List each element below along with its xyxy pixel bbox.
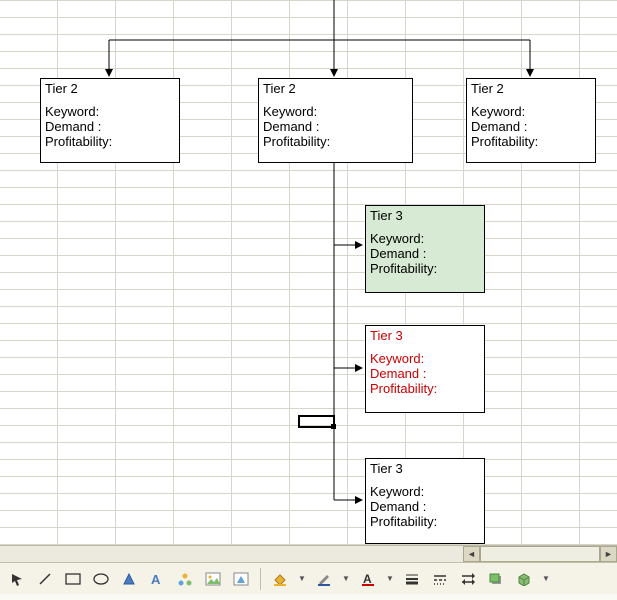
font-color-icon[interactable]: A: [357, 568, 379, 590]
box-title: Tier 3: [370, 328, 480, 343]
wordart-icon[interactable]: A: [146, 568, 168, 590]
svg-text:A: A: [151, 572, 161, 586]
shadow-icon[interactable]: [485, 568, 507, 590]
tier2-box-1[interactable]: Tier 2 Keyword: Demand : Profitability:: [40, 78, 180, 163]
tier3-box-3[interactable]: Tier 3 Keyword: Demand : Profitability:: [365, 458, 485, 544]
dash-style-icon[interactable]: [429, 568, 451, 590]
keyword-label: Keyword:: [45, 104, 99, 119]
dropdown-caret-icon[interactable]: ▼: [297, 574, 307, 583]
profit-label: Profitability:: [370, 381, 437, 396]
demand-label: Demand :: [471, 119, 527, 134]
tier2-box-2[interactable]: Tier 2 Keyword: Demand : Profitability:: [258, 78, 413, 163]
profit-label: Profitability:: [370, 514, 437, 529]
fill-color-icon[interactable]: [269, 568, 291, 590]
profit-label: Profitability:: [370, 261, 437, 276]
autoshapes-icon[interactable]: [118, 568, 140, 590]
arrow-cursor-icon[interactable]: [6, 568, 28, 590]
arrow-style-icon[interactable]: [457, 568, 479, 590]
rectangle-tool-icon[interactable]: [62, 568, 84, 590]
fill-handle[interactable]: [331, 424, 336, 429]
tier2-box-3[interactable]: Tier 2 Keyword: Demand : Profitability:: [466, 78, 596, 163]
keyword-label: Keyword:: [370, 484, 424, 499]
insert-image-icon[interactable]: [202, 568, 224, 590]
three-d-icon[interactable]: [513, 568, 535, 590]
svg-text:A: A: [363, 572, 372, 586]
scroll-right-button[interactable]: ►: [600, 546, 617, 562]
box-title: Tier 3: [370, 208, 480, 223]
profit-label: Profitability:: [471, 134, 538, 149]
dropdown-caret-icon[interactable]: ▼: [385, 574, 395, 583]
active-cell-cursor[interactable]: [298, 415, 335, 428]
drawing-toolbar: A ▼ ▼ A ▼ ▼: [0, 562, 617, 594]
diagram-canvas: Tier 2 Keyword: Demand : Profitability: …: [0, 0, 617, 545]
profit-label: Profitability:: [45, 134, 112, 149]
keyword-label: Keyword:: [370, 351, 424, 366]
tier3-box-1[interactable]: Tier 3 Keyword: Demand : Profitability:: [365, 205, 485, 293]
dropdown-caret-icon[interactable]: ▼: [541, 574, 551, 583]
spreadsheet-area[interactable]: Tier 2 Keyword: Demand : Profitability: …: [0, 0, 617, 545]
diagram-icon[interactable]: [174, 568, 196, 590]
demand-label: Demand :: [370, 499, 426, 514]
line-color-icon[interactable]: [313, 568, 335, 590]
sheet-tab-area[interactable]: [0, 546, 463, 562]
scroll-left-button[interactable]: ◄: [463, 546, 480, 562]
scrollbar-track[interactable]: [480, 546, 600, 562]
toolbar-separator: [260, 568, 261, 590]
demand-label: Demand :: [370, 366, 426, 381]
oval-tool-icon[interactable]: [90, 568, 112, 590]
demand-label: Demand :: [45, 119, 101, 134]
keyword-label: Keyword:: [263, 104, 317, 119]
profit-label: Profitability:: [263, 134, 330, 149]
keyword-label: Keyword:: [370, 231, 424, 246]
horizontal-scrollbar: ◄ ►: [0, 545, 617, 562]
clipart-icon[interactable]: [230, 568, 252, 590]
box-title: Tier 2: [471, 81, 591, 96]
box-title: Tier 2: [263, 81, 408, 96]
line-weight-icon[interactable]: [401, 568, 423, 590]
box-title: Tier 2: [45, 81, 175, 96]
box-title: Tier 3: [370, 461, 480, 476]
demand-label: Demand :: [370, 246, 426, 261]
dropdown-caret-icon[interactable]: ▼: [341, 574, 351, 583]
line-tool-icon[interactable]: [34, 568, 56, 590]
demand-label: Demand :: [263, 119, 319, 134]
tier3-box-2[interactable]: Tier 3 Keyword: Demand : Profitability:: [365, 325, 485, 413]
keyword-label: Keyword:: [471, 104, 525, 119]
